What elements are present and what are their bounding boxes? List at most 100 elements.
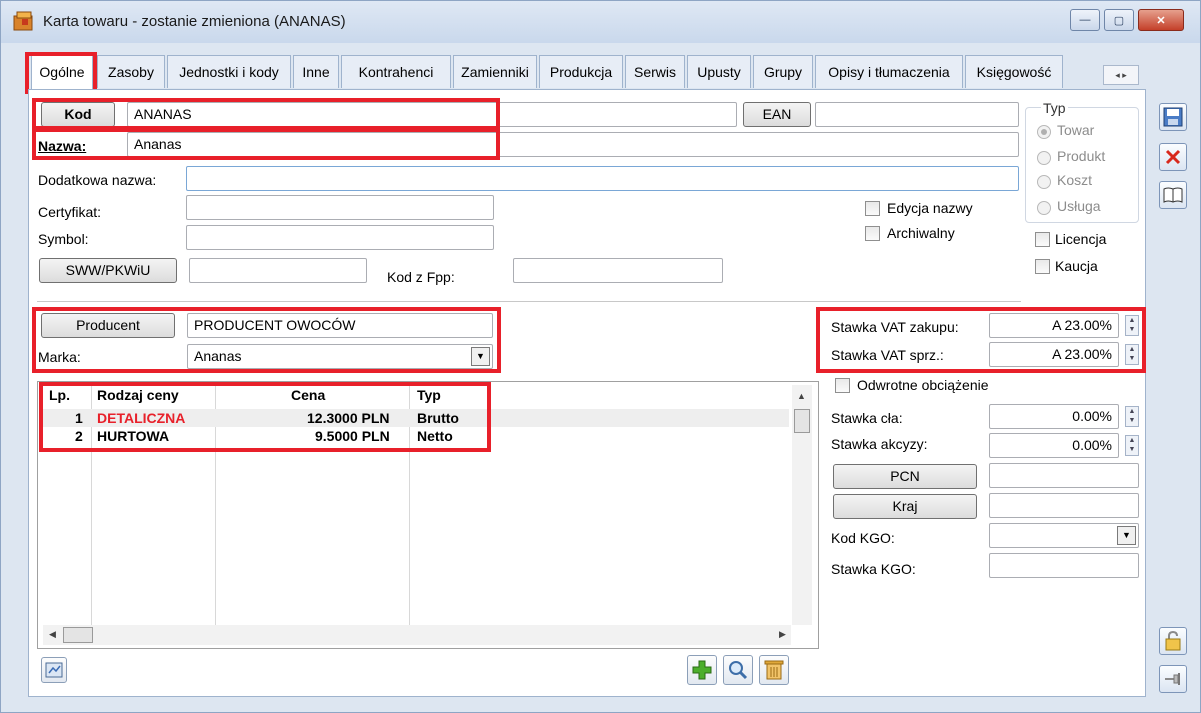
marka-label: Marka: [38, 349, 81, 365]
dodatkowa-nazwa-input[interactable] [186, 166, 1019, 191]
stawka-kgo-label: Stawka KGO: [831, 561, 916, 577]
kaucja-checkbox[interactable] [1035, 259, 1050, 274]
row-2-cena: 9.5000 PLN [315, 428, 390, 444]
vertical-scroll-thumb[interactable] [794, 409, 810, 433]
kod-fpp-input[interactable] [513, 258, 723, 283]
stawka-akcyzy-spinner[interactable]: ▲ ▼ [1125, 435, 1139, 456]
magnifier-icon [729, 661, 748, 680]
add-button[interactable] [687, 655, 717, 685]
typ-radio-produkt[interactable] [1037, 151, 1051, 165]
ean-input[interactable] [815, 102, 1019, 127]
edycja-nazwy-checkbox[interactable] [865, 201, 880, 216]
minimize-button[interactable]: — [1070, 9, 1100, 31]
typ-radio-towar[interactable] [1037, 125, 1051, 139]
marka-select[interactable]: Ananas [187, 344, 493, 369]
kod-kgo-dropdown-icon[interactable]: ▼ [1117, 526, 1136, 545]
kraj-input[interactable] [989, 493, 1139, 518]
tab-produkcja[interactable]: Produkcja [539, 55, 623, 88]
stawka-cla-spinner[interactable]: ▲ ▼ [1125, 406, 1139, 427]
close-icon: ✕ [1156, 14, 1166, 27]
close-button[interactable]: ✕ [1138, 9, 1184, 31]
trash-icon [764, 660, 784, 680]
export-icon [45, 662, 63, 678]
kraj-button[interactable]: Kraj [833, 494, 977, 519]
odwrotne-checkbox[interactable] [835, 378, 850, 393]
odwrotne-label: Odwrotne obciążenie [857, 377, 989, 393]
vat-sprz-label: Stawka VAT sprz.: [831, 347, 944, 363]
export-button[interactable] [41, 657, 67, 683]
unlock-button[interactable] [1159, 627, 1187, 655]
delete-button[interactable] [759, 655, 789, 685]
vat-zakupu-input[interactable]: A 23.00% [989, 313, 1119, 338]
scroll-up-icon[interactable]: ▲ [797, 391, 806, 401]
pcn-input[interactable] [989, 463, 1139, 488]
stawka-cla-input[interactable]: 0.00% [989, 404, 1119, 429]
close-x-icon [1165, 149, 1181, 165]
tab-zamienniki[interactable]: Zamienniki [453, 55, 537, 88]
horizontal-scroll-thumb[interactable] [63, 627, 93, 643]
plus-icon [692, 660, 712, 680]
scroll-right-icon[interactable]: ▶ [779, 629, 786, 640]
certyfikat-label: Certyfikat: [38, 204, 102, 220]
save-button[interactable] [1159, 103, 1187, 131]
tab-ogolne[interactable]: Ogólne [31, 55, 93, 90]
search-button[interactable] [723, 655, 753, 685]
sww-pkwiu-button[interactable]: SWW/PKWiU [39, 258, 177, 283]
edycja-nazwy-label: Edycja nazwy [887, 200, 973, 216]
app-window: Karta towaru - zostanie zmieniona (ANANA… [0, 0, 1201, 713]
tab-scroll-arrows[interactable]: ◂ ▸ [1103, 65, 1139, 85]
grid-header-cena[interactable]: Cena [291, 387, 325, 403]
nazwa-input[interactable]: Ananas [127, 132, 1019, 157]
tab-serwis[interactable]: Serwis [625, 55, 685, 88]
tab-grupy[interactable]: Grupy [753, 55, 813, 88]
grid-header-rodzaj[interactable]: Rodzaj ceny [97, 387, 179, 403]
tab-jednostki[interactable]: Jednostki i kody [167, 55, 291, 88]
separator [37, 301, 1021, 302]
pcn-button[interactable]: PCN [833, 464, 977, 489]
stawka-akcyzy-input[interactable]: 0.00% [989, 433, 1119, 458]
book-icon [1163, 187, 1183, 203]
tab-kontrahenci[interactable]: Kontrahenci [341, 55, 451, 88]
scroll-left-icon[interactable]: ◀ [49, 629, 56, 640]
tab-upusty[interactable]: Upusty [687, 55, 751, 88]
row-1-typ: Brutto [417, 410, 459, 426]
ean-button[interactable]: EAN [743, 102, 811, 127]
vat-sprz-input[interactable]: A 23.00% [989, 342, 1119, 367]
cancel-button[interactable] [1159, 143, 1187, 171]
kaucja-label: Kaucja [1055, 258, 1098, 274]
certyfikat-input[interactable] [186, 195, 494, 220]
tab-zasoby[interactable]: Zasoby [97, 55, 165, 88]
tab-opisy[interactable]: Opisy i tłumaczenia [815, 55, 963, 88]
vat-zakupu-spinner[interactable]: ▲ ▼ [1125, 315, 1139, 336]
nazwa-label: Nazwa: [38, 138, 87, 154]
maximize-button[interactable]: ▢ [1104, 9, 1134, 31]
row-1-lp: 1 [75, 410, 83, 426]
licencja-checkbox[interactable] [1035, 232, 1050, 247]
symbol-input[interactable] [186, 225, 494, 250]
typ-produkt-label: Produkt [1057, 148, 1106, 164]
producent-button[interactable]: Producent [41, 313, 175, 338]
kod-input[interactable]: ANANAS [127, 102, 737, 127]
typ-radio-koszt[interactable] [1037, 175, 1051, 189]
typ-usluga-label: Usługa [1057, 198, 1101, 214]
stawka-kgo-input[interactable] [989, 553, 1139, 578]
sww-pkwiu-input[interactable] [189, 258, 367, 283]
tab-inne[interactable]: Inne [293, 55, 339, 88]
padlock-icon [1165, 631, 1181, 651]
typ-radio-usluga[interactable] [1037, 201, 1051, 215]
window-title: Karta towaru - zostanie zmieniona (ANANA… [43, 13, 346, 30]
grid-header-lp[interactable]: Lp. [49, 387, 70, 403]
title-bar[interactable]: Karta towaru - zostanie zmieniona (ANANA… [1, 1, 1200, 43]
kod-kgo-label: Kod KGO: [831, 530, 895, 546]
vat-sprz-spinner[interactable]: ▲ ▼ [1125, 344, 1139, 365]
horizontal-scrollbar[interactable] [43, 625, 791, 645]
minimize-icon: — [1079, 14, 1091, 26]
archiwalny-checkbox[interactable] [865, 226, 880, 241]
pin-button[interactable] [1159, 665, 1187, 693]
grid-header-typ[interactable]: Typ [417, 387, 441, 403]
tab-ksiegowosc[interactable]: Księgowość [965, 55, 1063, 88]
producent-input[interactable]: PRODUCENT OWOCÓW [187, 313, 493, 338]
kod-button[interactable]: Kod [41, 102, 115, 127]
marka-dropdown-icon[interactable]: ▼ [471, 347, 490, 366]
help-button[interactable] [1159, 181, 1187, 209]
